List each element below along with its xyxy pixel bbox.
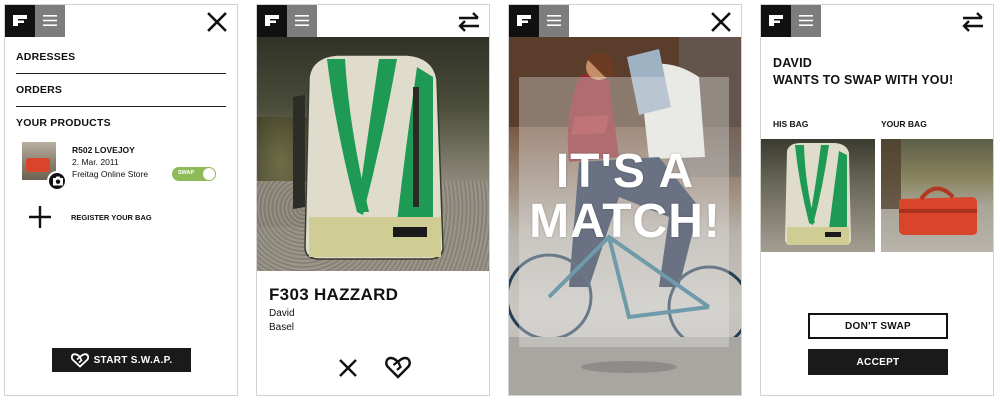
freitag-logo-icon[interactable]	[257, 5, 287, 37]
your-bag-label: YOUR BAG	[881, 119, 927, 129]
product-screen: F303 HAZZARD David Basel	[256, 4, 490, 396]
close-icon[interactable]	[709, 10, 733, 34]
nav-item-adresses[interactable]: ADRESSES	[16, 51, 226, 63]
swap-message: WANTS TO SWAP WITH YOU!	[773, 73, 954, 87]
divider	[16, 73, 226, 74]
product-city: Basel	[269, 322, 295, 333]
divider	[16, 106, 226, 107]
swap-arrows-icon[interactable]	[457, 10, 481, 34]
swap-request-screen: DAVID WANTS TO SWAP WITH YOU! HIS BAG YO…	[760, 4, 994, 396]
hamburger-icon[interactable]	[539, 5, 569, 37]
freitag-logo-icon[interactable]	[761, 5, 791, 37]
app-header	[509, 5, 741, 37]
product-name: R502 LOVEJOY	[72, 145, 135, 155]
product-date: 2. Mar. 2011	[72, 157, 119, 167]
app-header	[257, 5, 489, 37]
match-headline: IT'S A MATCH!	[509, 147, 741, 247]
hamburger-icon[interactable]	[791, 5, 821, 37]
hamburger-icon[interactable]	[35, 5, 65, 37]
swap-heading: DAVID WANTS TO SWAP WITH YOU!	[773, 55, 953, 89]
match-line-2: MATCH!	[529, 195, 721, 248]
match-photo: IT'S A MATCH!	[509, 37, 741, 395]
dislike-close-icon[interactable]	[337, 357, 359, 379]
swap-toggle[interactable]: SWAP	[172, 167, 216, 181]
swap-arrows-icon[interactable]	[961, 10, 985, 34]
product-photo[interactable]	[257, 37, 489, 271]
camera-icon[interactable]	[47, 171, 67, 191]
start-swap-label: START S.W.A.P.	[93, 354, 173, 366]
product-store: Freitag Online Store	[72, 169, 149, 179]
app-header	[761, 5, 993, 37]
your-bag-photo[interactable]	[881, 139, 993, 252]
freitag-logo-icon[interactable]	[5, 5, 35, 37]
product-owner: David	[269, 308, 295, 319]
nav-item-orders[interactable]: ORDERS	[16, 84, 226, 96]
plus-icon[interactable]	[28, 205, 52, 229]
toggle-knob	[203, 168, 215, 180]
swap-requester-name: DAVID	[773, 56, 812, 70]
dont-swap-button[interactable]: DON'T SWAP	[808, 313, 948, 339]
match-screen: IT'S A MATCH!	[508, 4, 742, 396]
menu-screen: ADRESSES ORDERS YOUR PRODUCTS R502 LOVEJ…	[4, 4, 238, 396]
toggle-label: SWAP	[178, 170, 195, 176]
register-bag-link[interactable]: REGISTER YOUR BAG	[71, 213, 152, 222]
his-bag-photo[interactable]	[761, 139, 875, 252]
freitag-logo-icon[interactable]	[509, 5, 539, 37]
close-icon[interactable]	[205, 10, 229, 34]
product-title: F303 HAZZARD	[269, 285, 399, 304]
accept-button[interactable]: ACCEPT	[808, 349, 948, 375]
hamburger-icon[interactable]	[287, 5, 317, 37]
nav-item-your-products[interactable]: YOUR PRODUCTS	[16, 117, 226, 129]
start-swap-button[interactable]: START S.W.A.P.	[52, 348, 191, 372]
his-bag-label: HIS BAG	[773, 119, 809, 129]
match-line-1: IT'S A	[555, 145, 695, 198]
like-heart-icon[interactable]	[385, 355, 411, 381]
app-header	[5, 5, 237, 37]
heart-icon	[70, 352, 89, 368]
